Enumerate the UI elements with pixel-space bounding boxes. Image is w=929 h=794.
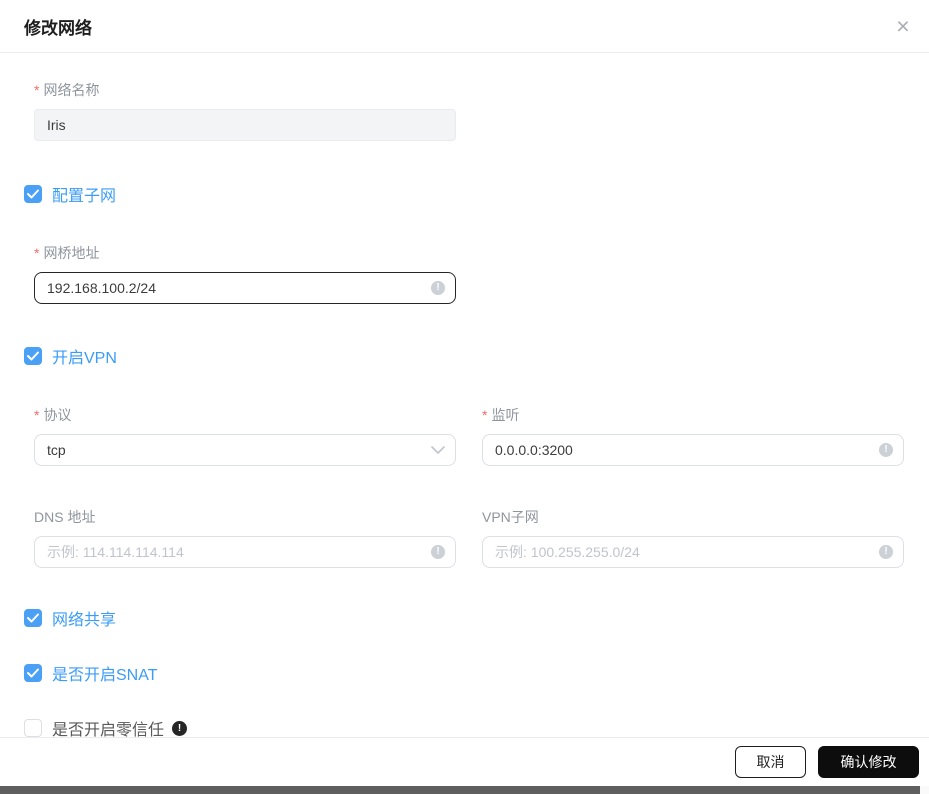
modal-header: 修改网络 [0,0,929,53]
required-mark: * [34,82,40,98]
info-icon[interactable] [431,281,445,295]
dns-vpnsubnet-row: DNS 地址 示例: 114.114.114.114 VPN子网 示例: 100… [34,508,904,568]
dns-address-group: DNS 地址 示例: 114.114.114.114 [34,508,456,568]
check-icon [27,189,39,199]
protocol-value: tcp [47,442,66,458]
info-icon[interactable] [879,545,893,559]
check-icon [27,351,39,361]
info-icon[interactable] [879,443,893,457]
listen-value: 0.0.0.0:3200 [495,442,573,458]
checkbox-configure-subnet[interactable]: 配置子网 [24,182,904,206]
modal-footer: 取消 确认修改 [0,737,929,786]
vpn-subnet-group: VPN子网 示例: 100.255.255.0/24 [482,508,904,568]
checkbox-box[interactable] [24,609,42,627]
modal-body: *网络名称 Iris 配置子网 *网桥地址 192.168.100.2/24 开… [0,81,929,740]
checkbox-label: 开启VPN [52,350,117,367]
chevron-down-icon [431,446,445,454]
dns-address-field[interactable]: 示例: 114.114.114.114 [34,536,456,568]
scrollbar-thumb[interactable] [0,786,920,794]
checkbox-network-sharing[interactable]: 网络共享 [24,606,904,630]
required-mark: * [34,245,40,261]
checkbox-enable-vpn[interactable]: 开启VPN [24,344,904,368]
confirm-button[interactable]: 确认修改 [818,746,919,778]
bridge-address-label: * 网桥地址 [34,245,100,261]
checkbox-label: 网络共享 [52,612,117,629]
network-name-field[interactable]: Iris [34,109,456,141]
checkbox-box[interactable] [24,347,42,365]
listen-field[interactable]: 0.0.0.0:3200 [482,434,904,466]
network-name-label: * 网络名称 [34,82,100,98]
required-mark: * [34,407,40,423]
protocol-label: * 协议 [34,407,72,423]
cancel-button[interactable]: 取消 [735,746,806,778]
checkbox-box[interactable] [24,664,42,682]
protocol-group: * 协议 tcp [34,406,456,466]
edit-network-modal: 修改网络 *网络名称 Iris 配置子网 *网桥地址 192.168.100.2… [0,0,929,794]
vpn-subnet-field[interactable]: 示例: 100.255.255.0/24 [482,536,904,568]
network-name-value: Iris [47,117,66,133]
bridge-address-value: 192.168.100.2/24 [47,280,156,296]
checkbox-box[interactable] [24,185,42,203]
checkbox-box[interactable] [24,719,42,737]
dns-address-placeholder: 示例: 114.114.114.114 [47,544,184,560]
protocol-select[interactable]: tcp [34,434,456,466]
checkbox-label: 配置子网 [52,188,117,205]
bridge-address-group: * 网桥地址 192.168.100.2/24 [34,244,456,304]
info-icon[interactable] [172,720,188,736]
protocol-listen-row: * 协议 tcp * 监听 0.0.0.0:3200 [34,406,904,466]
network-name-group: * 网络名称 Iris [34,81,456,141]
check-icon [27,613,39,623]
vpn-subnet-label: VPN子网 [482,509,539,525]
horizontal-scrollbar[interactable] [0,786,929,794]
bridge-address-field[interactable]: 192.168.100.2/24 [34,272,456,304]
checkbox-enable-snat[interactable]: 是否开启SNAT [24,661,904,685]
checkbox-label: 是否开启SNAT [52,667,158,684]
close-icon[interactable] [889,12,917,40]
required-mark: * [482,407,488,423]
info-icon[interactable] [431,545,445,559]
dns-address-label: DNS 地址 [34,509,96,525]
listen-group: * 监听 0.0.0.0:3200 [482,406,904,466]
vpn-subnet-placeholder: 示例: 100.255.255.0/24 [495,544,640,560]
check-icon [27,668,39,678]
modal-title: 修改网络 [24,18,92,38]
listen-label: * 监听 [482,407,520,423]
